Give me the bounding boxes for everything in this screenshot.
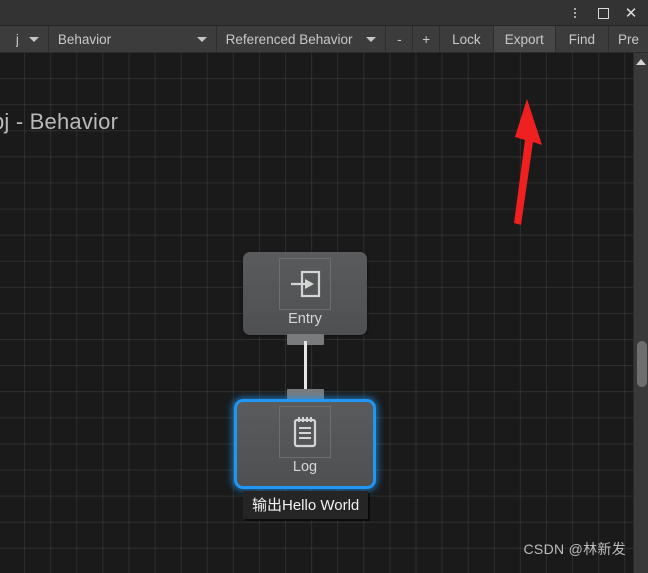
watermark-text: CSDN @林新发 [523,541,626,557]
toolbar: j Behavior Referenced Behavior - + Lock … [0,26,648,53]
behavior-designer-window: ✕ j Behavior Referenced Behavior - + Loc… [0,0,648,573]
toolbar-dropdown-partial[interactable]: j [0,26,49,52]
annotation-arrow-icon [495,97,555,227]
graph-node-log-comment: 输出Hello World [243,491,369,519]
vertical-scrollbar[interactable] [633,53,648,573]
behavior-graph-canvas[interactable]: bj - Behavior Entry Log 输出Hello World [0,53,648,573]
graph-node-entry[interactable]: Entry [243,252,367,335]
toolbar-prefs-button[interactable]: Pre [609,26,648,52]
toolbar-referenced-behavior-dropdown[interactable]: Referenced Behavior [217,26,387,52]
toolbar-minus-button[interactable]: - [386,26,414,52]
graph-title: bj - Behavior [0,109,119,134]
window-controls: ✕ [562,0,644,26]
close-icon: ✕ [624,4,638,22]
toolbar-plus-button[interactable]: + [413,26,441,52]
scroll-up-button[interactable] [634,55,648,68]
scrollbar-thumb[interactable] [637,341,647,387]
toolbar-behavior-label: Behavior [57,31,112,47]
graph-node-log[interactable]: Log [234,399,376,489]
graph-node-log-label: Log [292,459,318,475]
toolbar-lock-button[interactable]: Lock [440,26,494,52]
notepad-icon [279,406,331,458]
toolbar-dropdown-partial-label: j [15,31,19,47]
enter-arrow-icon [279,258,331,310]
chevron-down-icon [366,36,377,42]
maximize-button[interactable] [590,1,616,25]
chevron-down-icon [28,36,39,42]
title-bar: ✕ [0,0,648,26]
chevron-up-icon [636,58,646,65]
connection-edge-entry-to-log [304,341,307,393]
toolbar-behavior-dropdown[interactable]: Behavior [49,26,217,52]
toolbar-find-button[interactable]: Find [556,26,609,52]
kebab-menu-icon [574,8,576,18]
graph-node-entry-label: Entry [288,311,322,327]
chevron-down-icon [196,36,207,42]
toolbar-referenced-behavior-label: Referenced Behavior [225,31,353,47]
toolbar-export-button[interactable]: Export [493,26,556,52]
more-options-button[interactable] [562,1,588,25]
maximize-icon [597,7,609,19]
close-button[interactable]: ✕ [618,1,644,25]
